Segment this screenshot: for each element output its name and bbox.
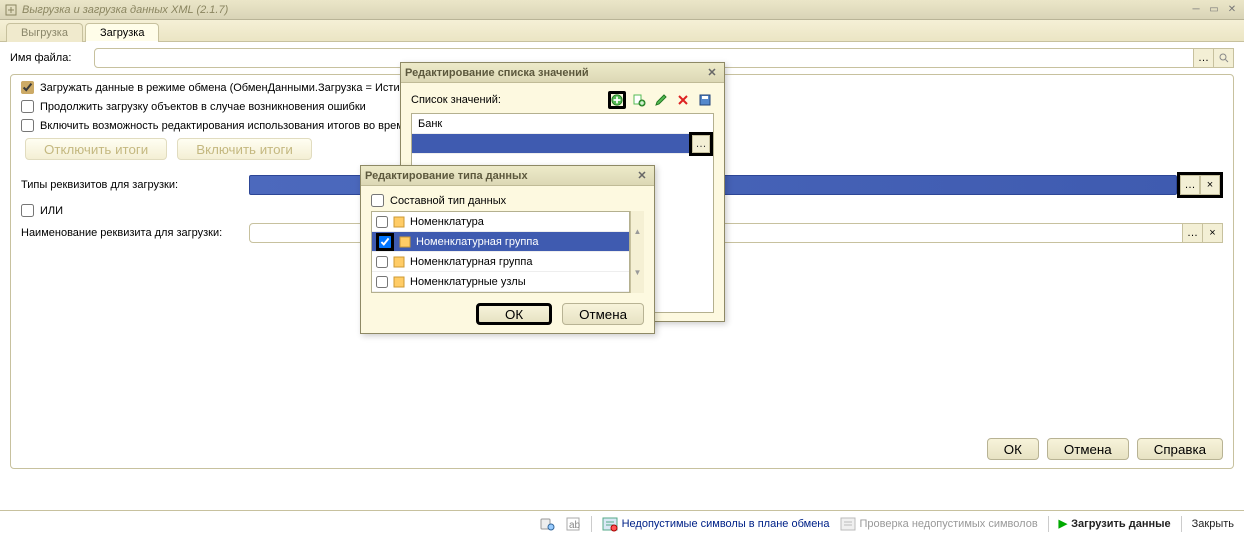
type-row-checkbox[interactable]: [376, 276, 388, 288]
titlebar: Выгрузка и загрузка данных XML (2.1.7) ─…: [0, 0, 1244, 20]
data-type-ok-button[interactable]: ОК: [476, 303, 552, 325]
req-name-clear-button[interactable]: ×: [1203, 223, 1223, 243]
req-types-label: Типы реквизитов для загрузки:: [21, 179, 243, 191]
window-title: Выгрузка и загрузка данных XML (2.1.7): [22, 4, 1188, 16]
type-row: Номенклатура: [372, 212, 629, 232]
continue-on-error-label: Продолжить загрузку объектов в случае во…: [40, 101, 366, 113]
type-row-selected: Номенклатурная группа: [372, 232, 629, 252]
maximize-button[interactable]: ▭: [1206, 3, 1222, 17]
data-type-close-button[interactable]: ✕: [634, 169, 650, 182]
app-icon: [4, 3, 18, 17]
check-invalid-link[interactable]: Проверка недопустимых символов: [840, 516, 1038, 532]
data-type-title: Редактирование типа данных: [365, 170, 528, 182]
type-row-checkbox[interactable]: [376, 216, 388, 228]
data-type-cancel-button[interactable]: Отмена: [562, 303, 644, 325]
req-types-clear-button[interactable]: ×: [1200, 175, 1220, 195]
or-checkbox[interactable]: [21, 204, 34, 217]
filename-ellipsis-button[interactable]: …: [1194, 48, 1214, 68]
exchange-mode-checkbox[interactable]: [21, 81, 34, 94]
copy-item-button[interactable]: [630, 91, 648, 109]
close-link[interactable]: Закрыть: [1192, 518, 1234, 530]
panel-cancel-button[interactable]: Отмена: [1047, 438, 1129, 460]
type-row: Номенклатурные узлы: [372, 272, 629, 292]
value-list-label: Список значений:: [411, 94, 501, 106]
req-name-ellipsis-button[interactable]: …: [1183, 223, 1203, 243]
check-invalid-icon: [840, 516, 856, 532]
tab-import[interactable]: Загрузка: [85, 23, 159, 42]
status-icon-2[interactable]: ab: [565, 516, 581, 532]
data-type-dialog: Редактирование типа данных ✕ Составной т…: [360, 165, 655, 334]
invalid-chars-icon: [602, 516, 618, 532]
req-types-ellipsis-button[interactable]: …: [1180, 175, 1200, 195]
value-list-close-button[interactable]: ✕: [704, 66, 720, 79]
type-list[interactable]: Номенклатура Номенклатурная группа Номен…: [371, 211, 630, 293]
enable-totals-edit-label: Включить возможность редактирования испо…: [40, 120, 458, 132]
composite-type-label: Составной тип данных: [390, 195, 506, 207]
edit-item-button[interactable]: [652, 91, 670, 109]
catalog-icon: [392, 275, 406, 289]
type-row-checkbox[interactable]: [376, 256, 388, 268]
composite-type-checkbox[interactable]: [371, 194, 384, 207]
panel-ok-button[interactable]: ОК: [987, 438, 1039, 460]
svg-text:ab: ab: [569, 520, 581, 531]
value-list-title: Редактирование списка значений: [405, 67, 589, 79]
or-label: ИЛИ: [40, 205, 63, 217]
statusbar: ab Недопустимые символы в плане обмена П…: [0, 510, 1244, 536]
close-button[interactable]: ✕: [1224, 3, 1240, 17]
save-list-button[interactable]: [696, 91, 714, 109]
panel-help-button[interactable]: Справка: [1137, 438, 1223, 460]
tab-export[interactable]: Выгрузка: [6, 23, 83, 42]
upload-arrow-icon: ▶: [1059, 517, 1067, 530]
list-item: Банк: [412, 114, 713, 134]
filename-search-button[interactable]: [1214, 48, 1234, 68]
catalog-icon: [398, 235, 412, 249]
type-list-scrollbar[interactable]: ▲ ▼: [630, 211, 644, 293]
type-row-checkbox[interactable]: [379, 236, 391, 248]
disable-totals-button[interactable]: Отключить итоги: [25, 138, 167, 160]
list-item-selected: …: [412, 134, 713, 154]
catalog-icon: [392, 215, 406, 229]
exchange-mode-label: Загружать данные в режиме обмена (ОбменД…: [40, 82, 415, 94]
catalog-icon: [392, 255, 406, 269]
type-row: Номенклатурная группа: [372, 252, 629, 272]
continue-on-error-checkbox[interactable]: [21, 100, 34, 113]
list-item-ellipsis-button[interactable]: …: [692, 135, 710, 153]
tabstrip: Выгрузка Загрузка: [0, 20, 1244, 42]
enable-totals-button[interactable]: Включить итоги: [177, 138, 312, 160]
invalid-chars-link[interactable]: Недопустимые символы в плане обмена: [602, 516, 830, 532]
req-name-label: Наименование реквизита для загрузки:: [21, 227, 243, 239]
enable-totals-edit-checkbox[interactable]: [21, 119, 34, 132]
delete-item-button[interactable]: [674, 91, 692, 109]
add-item-button[interactable]: [608, 91, 626, 109]
minimize-button[interactable]: ─: [1188, 3, 1204, 17]
upload-data-link[interactable]: ▶ Загрузить данные: [1059, 517, 1171, 530]
filename-label: Имя файла:: [10, 52, 88, 64]
status-icon-1[interactable]: [539, 516, 555, 532]
